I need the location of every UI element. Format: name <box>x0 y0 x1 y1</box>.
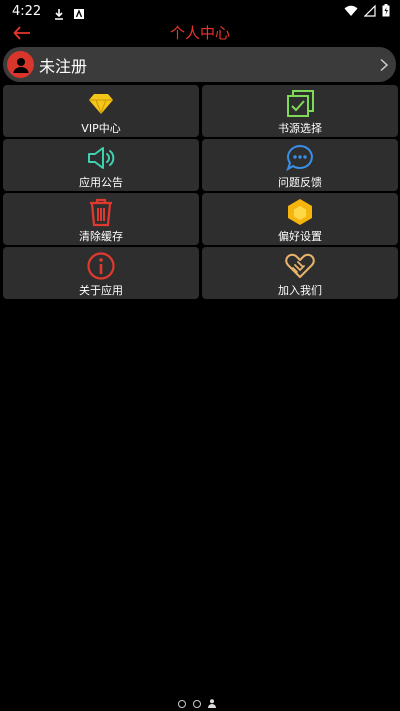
menu-item-preferences[interactable]: 偏好设置 <box>202 193 398 245</box>
status-time: 4:22 <box>12 3 42 19</box>
status-bar: 4:22 <box>0 0 400 22</box>
menu-item-label: 书源选择 <box>278 122 322 135</box>
menu-item-vip[interactable]: VIP中心 <box>3 85 199 137</box>
menu-item-label: 清除缓存 <box>79 230 123 243</box>
signal-icon <box>363 2 376 21</box>
menu-item-label: 偏好设置 <box>278 230 322 243</box>
checkbox-stack-icon <box>284 89 316 119</box>
menu-grid: VIP中心 书源选择 应用公告 问题反馈 清除缓存 偏好设置 关于应用 加入我们 <box>3 85 398 299</box>
notification-app-icon <box>73 5 85 19</box>
avatar <box>7 51 34 78</box>
page-indicator <box>178 699 216 708</box>
app-header: 个人中心 <box>0 22 400 44</box>
person-icon[interactable] <box>208 699 216 708</box>
wifi-icon <box>344 2 358 21</box>
user-icon <box>13 57 28 73</box>
diamond-icon <box>85 89 117 119</box>
page-title: 个人中心 <box>169 24 230 42</box>
handshake-icon <box>284 251 316 281</box>
user-profile-bar[interactable]: 未注册 <box>3 47 396 82</box>
menu-item-join-us[interactable]: 加入我们 <box>202 247 398 299</box>
menu-item-label: 加入我们 <box>278 284 322 297</box>
speaker-icon <box>85 143 117 173</box>
menu-item-label: 应用公告 <box>79 176 123 189</box>
menu-item-label: 关于应用 <box>79 284 123 297</box>
info-icon <box>85 251 117 281</box>
chevron-right-icon <box>380 58 389 71</box>
trash-icon <box>85 197 117 227</box>
menu-item-label: VIP中心 <box>81 122 121 135</box>
menu-item-book-source[interactable]: 书源选择 <box>202 85 398 137</box>
page-dot[interactable] <box>178 699 186 708</box>
menu-item-feedback[interactable]: 问题反馈 <box>202 139 398 191</box>
menu-item-clear-cache[interactable]: 清除缓存 <box>3 193 199 245</box>
hexagon-icon <box>284 197 316 227</box>
chat-bubble-icon <box>284 143 316 173</box>
page-dot[interactable] <box>193 699 201 708</box>
download-icon <box>53 5 65 20</box>
menu-item-announcement[interactable]: 应用公告 <box>3 139 199 191</box>
user-name: 未注册 <box>39 56 88 76</box>
battery-icon <box>382 2 390 21</box>
menu-item-about[interactable]: 关于应用 <box>3 247 199 299</box>
menu-item-label: 问题反馈 <box>278 176 322 189</box>
